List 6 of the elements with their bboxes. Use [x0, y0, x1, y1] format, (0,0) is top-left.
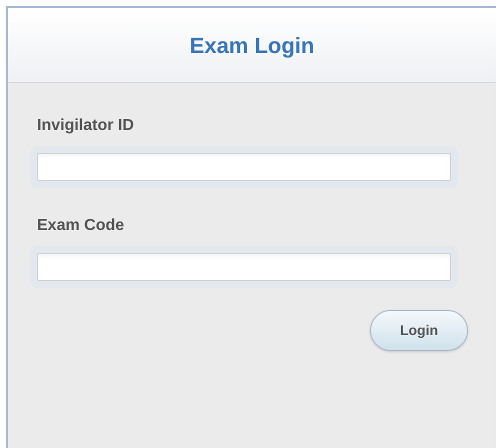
login-button[interactable]: Login: [370, 310, 468, 351]
panel-title: Exam Login: [190, 32, 314, 60]
input-field[interactable]: [30, 146, 458, 188]
field-label: Invigilator ID: [37, 116, 134, 136]
input-field[interactable]: [30, 246, 458, 288]
field-label: Exam Code: [37, 216, 124, 236]
